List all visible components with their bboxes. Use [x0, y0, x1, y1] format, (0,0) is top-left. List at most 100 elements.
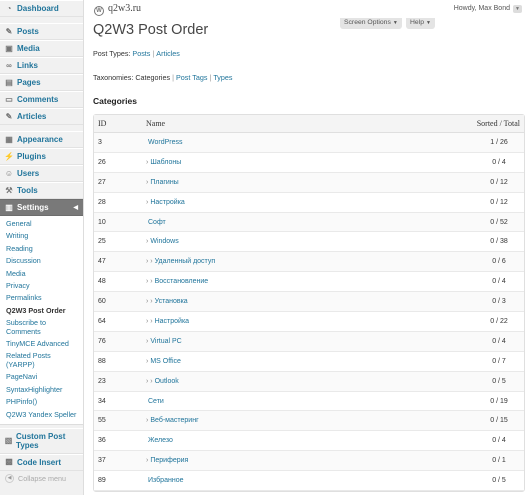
category-name-link[interactable]: › › Outlook	[146, 378, 434, 385]
category-name: Настройка	[150, 198, 185, 206]
menu-code-insert[interactable]: ▩ Code Insert	[0, 453, 83, 471]
category-name: Железо	[148, 437, 173, 445]
row-id: 48	[98, 278, 106, 286]
separator: |	[172, 73, 174, 82]
table-row: 25 › Windows 0 / 38	[94, 232, 524, 253]
submenu-privacy[interactable]: Privacy	[0, 280, 83, 292]
post-type-articles-link[interactable]: Articles	[156, 49, 180, 58]
table-header: ID Name Sorted / Total	[94, 115, 524, 133]
admin-sidebar: ◔ Dashboard ✎ Posts ▣ Media ∞ Links ▤ Pages ▭…	[0, 0, 84, 495]
indent-marker: ›	[146, 417, 149, 425]
category-name-link[interactable]: › Windows	[146, 238, 434, 245]
taxonomy-post-tags-link[interactable]: Post Tags	[176, 73, 207, 82]
menu-posts[interactable]: ✎ Posts	[0, 23, 83, 40]
column-name-header: Name	[146, 119, 166, 128]
menu-label: Comments	[17, 95, 59, 104]
menu-links[interactable]: ∞ Links	[0, 57, 83, 74]
table-row: 88 › MS Office 0 / 7	[94, 351, 524, 372]
table-row: 27 › Плагины 0 / 12	[94, 172, 524, 193]
sorted-total: 0 / 3	[492, 298, 506, 306]
row-id: 28	[98, 198, 106, 206]
submenu-related-posts[interactable]: Related Posts (YARPP)	[0, 350, 83, 371]
collapse-label: Collapse menu	[18, 474, 66, 484]
category-name-link[interactable]: › › Удаленный доступ	[146, 258, 434, 265]
submenu-discussion[interactable]: Discussion	[0, 255, 83, 267]
table-body: 3 WordPress 1 / 26 26 › Шаблоны 0 / 4 27 › Плагин…	[94, 133, 524, 492]
category-name-link[interactable]: › Плагины	[146, 179, 434, 186]
submenu-q2w3-yandex-speller[interactable]: Q2W3 Yandex Speller	[0, 409, 83, 421]
menu-users[interactable]: ☺ Users	[0, 165, 83, 182]
menu-label: Posts	[17, 27, 39, 36]
menu-tools[interactable]: ⚒ Tools	[0, 182, 83, 199]
taxonomy-types-link[interactable]: Types	[213, 73, 232, 82]
menu-dashboard[interactable]: ◔ Dashboard	[0, 0, 83, 17]
menu-media[interactable]: ▣ Media	[0, 40, 83, 57]
menu-appearance[interactable]: ▦ Appearance	[0, 131, 83, 148]
sorted-total: 0 / 6	[492, 258, 506, 266]
category-name: Установка	[154, 298, 188, 306]
category-name-link[interactable]: › Периферия	[146, 457, 434, 464]
submenu-subscribe-to-comments[interactable]: Subscribe to Comments	[0, 317, 83, 338]
plug-icon: ⚡	[4, 151, 14, 161]
category-name: Избранное	[148, 477, 184, 485]
site-title[interactable]: Wq2w3.ru	[94, 3, 141, 16]
submenu-media[interactable]: Media	[0, 268, 83, 280]
category-name-link[interactable]: › › Восстановление	[146, 278, 434, 285]
category-name-link[interactable]: › Настройка	[146, 199, 434, 206]
row-id: 76	[98, 337, 106, 345]
submenu-reading[interactable]: Reading	[0, 243, 83, 255]
tools-icon: ⚒	[5, 185, 13, 195]
row-id: 34	[98, 397, 106, 405]
sorted-total: 0 / 4	[492, 337, 506, 345]
table-row: 10 Софт 0 / 52	[94, 212, 524, 233]
table-row: 47 › › Удаленный доступ 0 / 6	[94, 252, 524, 273]
taxonomies-label: Taxonomies:	[93, 73, 134, 82]
submenu-syntaxhighlighter[interactable]: SyntaxHighlighter	[0, 384, 83, 396]
category-name: Периферия	[150, 457, 189, 465]
category-name-link[interactable]: › Шаблоны	[146, 159, 434, 166]
submenu-permalinks[interactable]: Permalinks	[0, 292, 83, 304]
user-greeting[interactable]: Howdy, Max Bond ▼	[454, 5, 522, 13]
site-name: q2w3.ru	[108, 3, 142, 14]
collapse-menu[interactable]: ◀ Collapse menu	[0, 471, 83, 487]
indent-marker: ›	[146, 238, 149, 246]
submenu-pagenavi[interactable]: PageNavi	[0, 371, 83, 383]
table-row: 28 › Настройка 0 / 12	[94, 192, 524, 213]
indent-marker: ›	[146, 357, 149, 365]
menu-custom-post-types[interactable]: ▧ Custom Post Types	[0, 427, 83, 454]
submenu-phpinfo[interactable]: PHPinfo()	[0, 396, 83, 408]
sorted-total: 0 / 5	[492, 477, 506, 485]
category-name-link[interactable]: Избранное	[146, 477, 434, 484]
menu-label: Settings	[17, 203, 49, 212]
pin-icon: ✎	[5, 26, 13, 36]
submenu-general[interactable]: General	[0, 218, 83, 230]
menu-articles[interactable]: ✎ Articles	[0, 108, 83, 125]
table-row: 76 › Virtual PC 0 / 4	[94, 331, 524, 352]
post-type-posts-link[interactable]: Posts	[132, 49, 150, 58]
sorted-total: 0 / 38	[490, 238, 508, 246]
submenu-q2w3-post-order[interactable]: Q2W3 Post Order	[0, 305, 83, 317]
category-name-link[interactable]: Софт	[146, 219, 434, 226]
category-name-link[interactable]: › › Настройка	[146, 318, 434, 325]
category-name-link[interactable]: › › Установка	[146, 298, 434, 305]
category-name-link[interactable]: Сети	[146, 398, 434, 405]
menu-plugins[interactable]: ⚡ Plugins	[0, 148, 83, 165]
table-row: 55 › Веб-мастеринг 0 / 15	[94, 411, 524, 432]
category-name-link[interactable]: › Virtual PC	[146, 338, 434, 345]
indent-marker: › ›	[146, 377, 153, 385]
row-id: 26	[98, 158, 106, 166]
sorted-total: 0 / 4	[492, 158, 506, 166]
category-name-link[interactable]: › MS Office	[146, 358, 434, 365]
sorted-total: 1 / 26	[490, 138, 508, 146]
category-name-link[interactable]: WordPress	[146, 139, 434, 146]
menu-pages[interactable]: ▤ Pages	[0, 74, 83, 91]
category-name: MS Office	[150, 357, 181, 365]
menu-comments[interactable]: ▭ Comments	[0, 91, 83, 108]
row-id: 23	[98, 377, 106, 385]
category-name: Шаблоны	[150, 158, 182, 166]
submenu-writing[interactable]: Writing	[0, 230, 83, 242]
submenu-tinymce-advanced[interactable]: TinyMCE Advanced	[0, 338, 83, 350]
category-name-link[interactable]: Железо	[146, 437, 434, 444]
category-name-link[interactable]: › Веб-мастеринг	[146, 417, 434, 424]
menu-settings[interactable]: ▥ Settings ◀	[0, 199, 83, 216]
